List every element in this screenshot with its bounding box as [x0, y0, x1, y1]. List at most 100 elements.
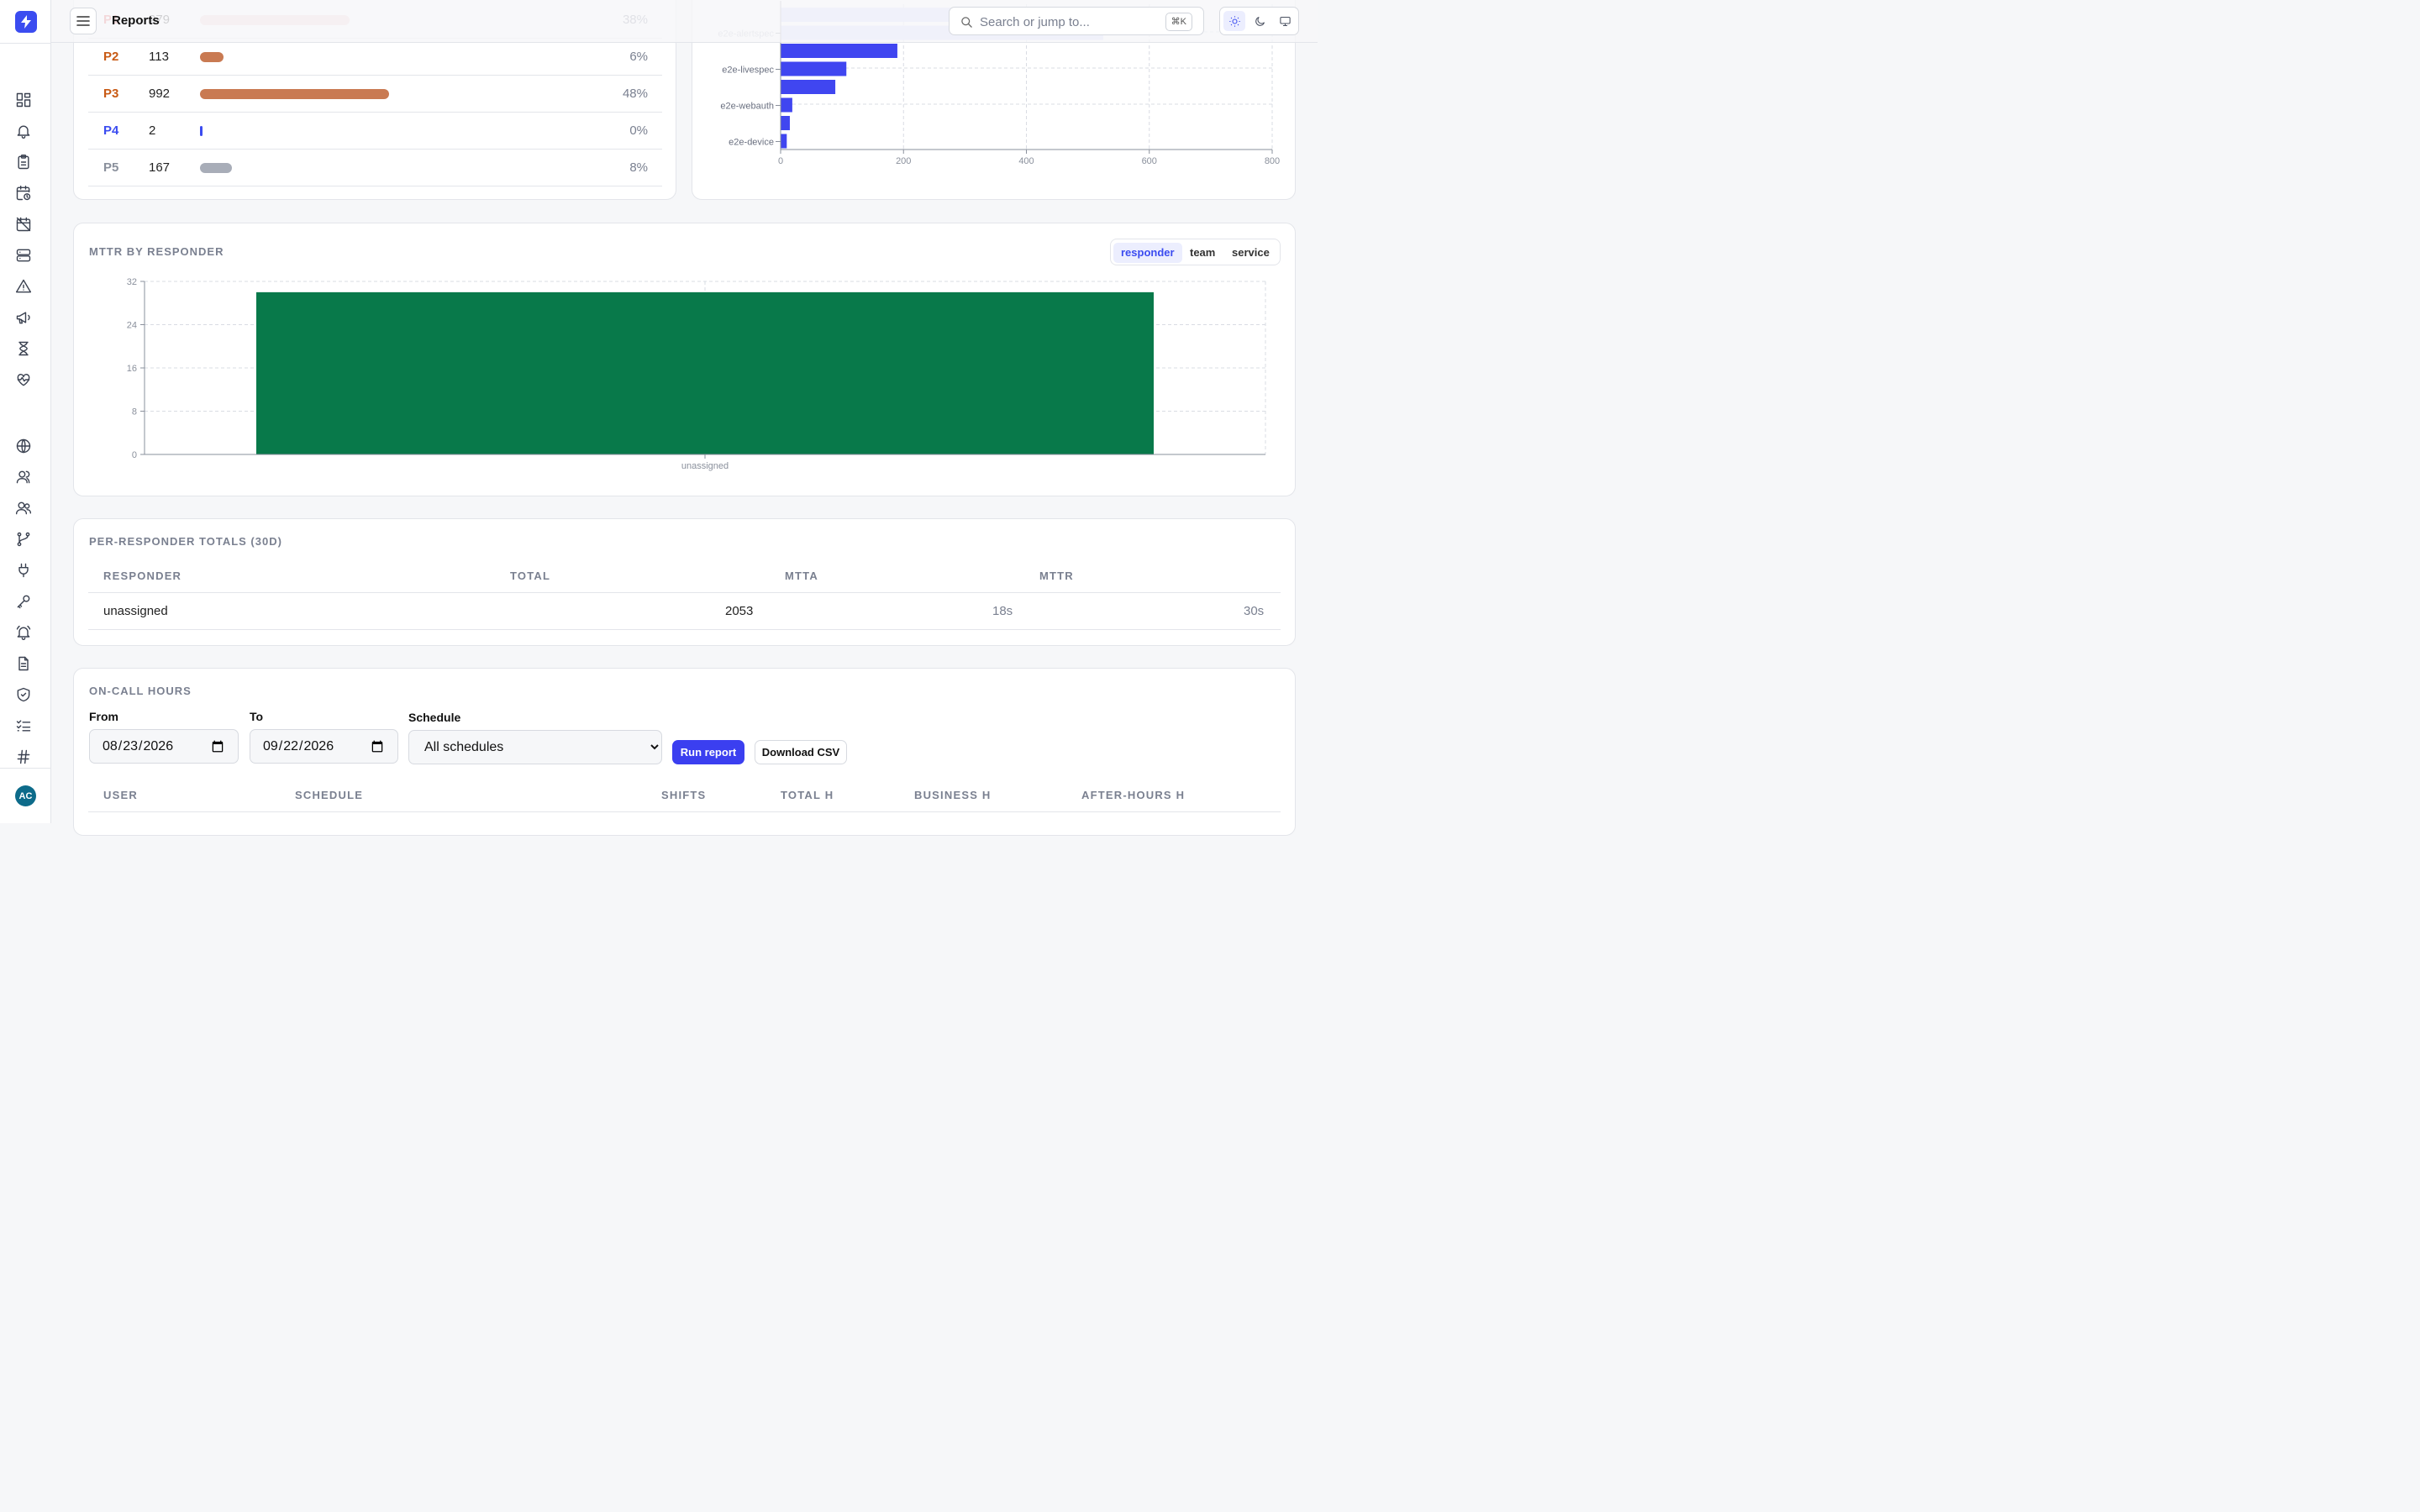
priority-row[interactable]: P2 113 6% — [88, 39, 662, 76]
menu-icon — [76, 16, 90, 26]
priority-bar-track — [200, 126, 389, 136]
oncall-hours-card: ON-CALL HOURS From To Schedule All sched… — [73, 668, 1296, 836]
megaphone-icon[interactable] — [14, 308, 33, 327]
y-tick-label: 32 — [127, 277, 137, 287]
from-date-input[interactable] — [89, 729, 239, 764]
moon-icon — [1255, 16, 1265, 26]
priority-pct: 6% — [629, 50, 648, 64]
git-branch-icon[interactable] — [14, 530, 33, 549]
col-user[interactable]: USER — [103, 789, 138, 801]
download-csv-button[interactable]: Download CSV — [755, 740, 847, 764]
x-tick-label: 600 — [1142, 156, 1157, 166]
plug-icon[interactable] — [14, 561, 33, 580]
menu-button[interactable] — [70, 8, 97, 34]
col-after-hours-h[interactable]: AFTER-HOURS H — [1081, 789, 1185, 801]
system-theme-button[interactable] — [1274, 11, 1296, 31]
search-box[interactable]: ⌘K — [949, 7, 1204, 35]
list-checks-icon[interactable] — [14, 717, 33, 735]
dark-theme-button[interactable] — [1249, 11, 1270, 31]
sidebar-divider — [0, 43, 51, 44]
x-tick-label: 400 — [1018, 156, 1034, 166]
oncall-title: ON-CALL HOURS — [89, 685, 192, 697]
schedule-select[interactable]: All schedules — [408, 730, 662, 764]
users-icon[interactable] — [14, 499, 33, 517]
key-icon[interactable] — [14, 592, 33, 611]
y-tick-label: e2e-device — [729, 138, 774, 148]
bar — [781, 134, 787, 149]
col-schedule[interactable]: SCHEDULE — [295, 789, 363, 801]
to-label: To — [250, 710, 264, 723]
priority-row[interactable]: P5 167 8% — [88, 150, 662, 186]
hash-icon[interactable] — [14, 748, 33, 766]
priority-pct: 0% — [629, 123, 648, 138]
heart-pulse-icon[interactable] — [14, 370, 33, 389]
priority-count: 992 — [149, 87, 171, 101]
y-tick-label: 24 — [127, 321, 137, 331]
x-tick-label: unassigned — [681, 461, 729, 471]
from-label: From — [89, 710, 118, 723]
col-shifts[interactable]: SHIFTS — [661, 789, 706, 801]
col-business-h[interactable]: BUSINESS H — [914, 789, 991, 801]
col-mtta[interactable]: MTTA — [785, 570, 818, 582]
schedule-label: Schedule — [408, 711, 461, 724]
light-theme-button[interactable] — [1223, 11, 1245, 31]
shield-check-icon[interactable] — [14, 685, 33, 704]
bar — [781, 61, 847, 76]
cell-mtta: 18s — [992, 604, 1013, 618]
priority-label: P5 — [103, 160, 119, 175]
table-divider — [88, 592, 1281, 593]
priority-count: 167 — [149, 160, 171, 175]
bell-icon[interactable] — [14, 122, 33, 140]
alert-triangle-icon[interactable] — [14, 277, 33, 296]
col-responder[interactable]: RESPONDER — [103, 570, 182, 582]
x-tick-label: 200 — [896, 156, 911, 166]
priority-bar — [200, 52, 224, 62]
bell-ring-icon[interactable] — [14, 623, 33, 642]
priority-pct: 48% — [622, 87, 648, 101]
file-text-icon[interactable] — [14, 654, 33, 673]
cell-total: 2053 — [725, 604, 754, 618]
hourglass-icon[interactable] — [14, 339, 33, 358]
to-date-input[interactable] — [250, 729, 398, 764]
monitor-icon — [1279, 16, 1291, 26]
run-report-button[interactable]: Run report — [672, 740, 744, 764]
user-icon[interactable] — [14, 468, 33, 486]
col-total[interactable]: TOTAL — [510, 570, 550, 582]
avatar[interactable]: AC — [15, 785, 36, 806]
priority-label: P2 — [103, 50, 119, 64]
search-input[interactable] — [980, 13, 1156, 30]
sun-icon — [1228, 15, 1240, 27]
page-title: Reports — [112, 13, 160, 28]
priority-bar — [200, 163, 232, 173]
priority-label: P3 — [103, 87, 119, 101]
dashboard-icon[interactable] — [14, 91, 33, 109]
x-tick-label: 0 — [778, 156, 783, 166]
priority-row[interactable]: P3 992 48% — [88, 76, 662, 113]
priority-bar-track — [200, 52, 389, 62]
search-icon — [961, 17, 972, 28]
calendar-off-icon[interactable] — [14, 215, 33, 234]
priority-label: P4 — [103, 123, 119, 138]
mttr-bar-chart: 0 8 16 24 32 unassigned — [127, 277, 1266, 471]
priority-bar-track — [200, 89, 389, 99]
clipboard-icon[interactable] — [14, 153, 33, 171]
priority-row[interactable]: P4 2 0% — [88, 113, 662, 150]
responder-totals-card: PER-RESPONDER TOTALS (30D) RESPONDER TOT… — [73, 518, 1296, 646]
x-tick-label: 800 — [1265, 156, 1280, 166]
bar — [781, 116, 790, 130]
bar — [256, 291, 1154, 454]
col-mttr[interactable]: MTTR — [1039, 570, 1074, 582]
col-total-h[interactable]: TOTAL H — [781, 789, 834, 801]
priority-bar-track — [200, 163, 389, 173]
server-icon[interactable] — [14, 246, 33, 265]
priority-count: 113 — [149, 50, 169, 64]
calendar-clock-icon[interactable] — [14, 184, 33, 202]
logo[interactable] — [15, 11, 37, 33]
mttr-card: MTTR BY RESPONDER responder team service… — [73, 223, 1296, 496]
cell-responder: unassigned — [103, 604, 168, 618]
theme-switcher — [1219, 7, 1299, 35]
globe-icon[interactable] — [14, 437, 33, 455]
table-divider — [88, 629, 1281, 630]
y-tick-label: e2e-livespec — [722, 66, 774, 76]
priority-bar — [200, 89, 389, 99]
